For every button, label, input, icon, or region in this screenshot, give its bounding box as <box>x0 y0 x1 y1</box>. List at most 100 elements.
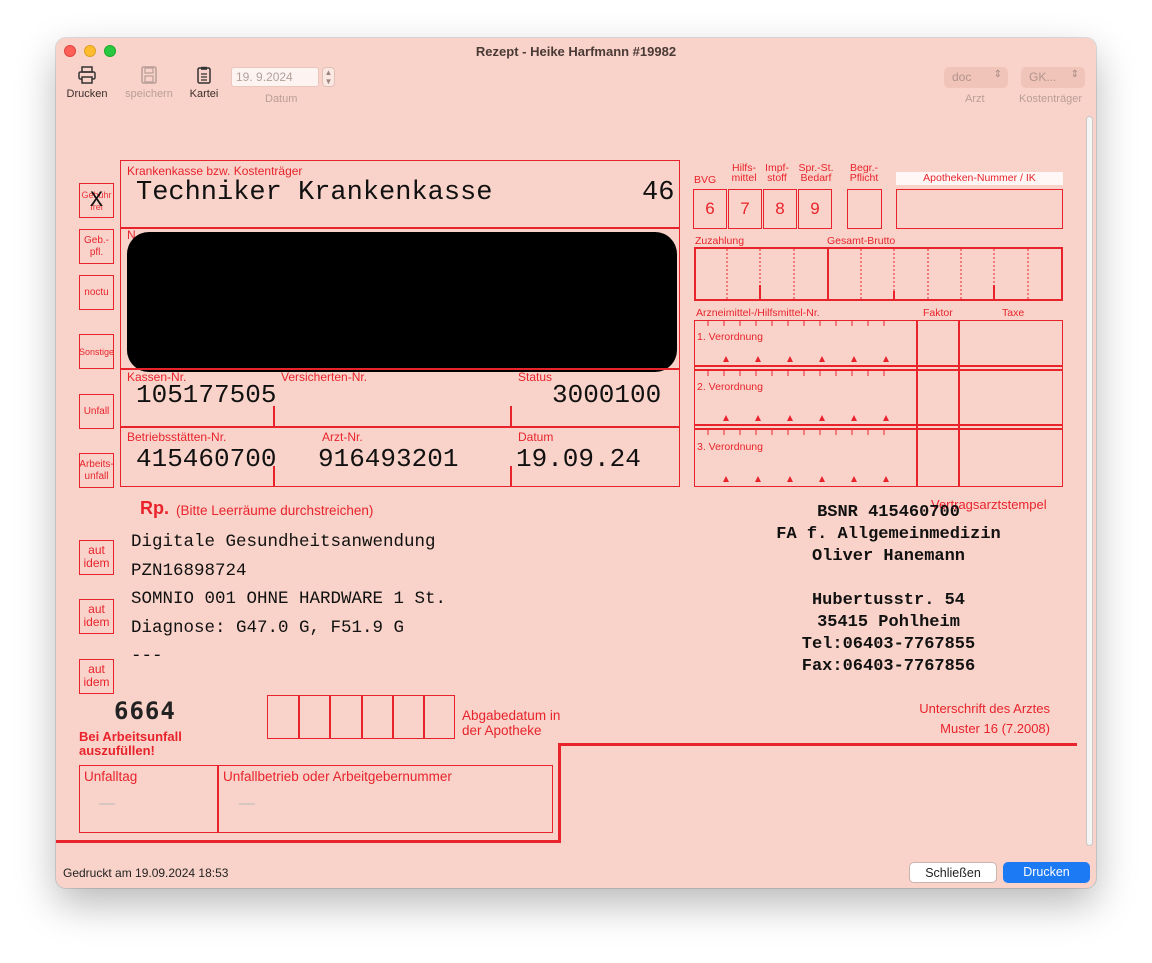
rx-line-1: Digitale Gesundheitsanwendung <box>131 532 436 552</box>
unfall-box[interactable]: Unfall <box>79 394 114 429</box>
impfstoff-label: Impf- stoff <box>765 162 789 184</box>
divider <box>392 695 394 739</box>
geb-pfl-box[interactable]: Geb.- pfl. <box>79 229 114 264</box>
gebuehr-frei-mark: X <box>89 187 104 213</box>
titlebar: Rezept - Heike Harfmann #19982 Drucken s… <box>56 38 1096 108</box>
faktor-label: Faktor <box>923 307 953 319</box>
datum-value: 19.09.24 <box>516 444 641 474</box>
date-caption: Datum <box>265 93 298 105</box>
unfalltag-label: Unfalltag <box>84 769 138 784</box>
status-label: Status <box>518 370 553 384</box>
spr-st-bedarf-box[interactable]: 9 <box>798 189 832 229</box>
divider <box>120 227 680 229</box>
rx-line-4: Diagnose: G47.0 G, F51.9 G <box>131 618 405 638</box>
divider <box>120 368 680 370</box>
status-value: 3000100 <box>552 380 662 410</box>
date-stepper[interactable]: ▲ ▼ <box>322 67 335 87</box>
datum-label: Datum <box>518 430 554 444</box>
close-button[interactable]: Schließen <box>909 862 997 883</box>
unfalltag-field[interactable]: — <box>99 795 115 813</box>
divider <box>361 695 363 739</box>
kassen-nr-value: 105177505 <box>136 380 277 410</box>
floppy-disk-icon <box>141 66 157 84</box>
stamp-line: Fax:06403-7767856 <box>801 657 976 676</box>
stamp-line: 35415 Pohlheim <box>817 613 960 632</box>
unfallbetrieb-label: Unfallbetrieb oder Arbeitgebernummer <box>223 769 452 784</box>
begr-pflicht-box[interactable] <box>847 189 882 229</box>
bvg-label: BVG <box>694 174 717 186</box>
prescription-form: Gebühr frei X Geb.- pfl. noctu Sonstige … <box>56 108 1096 858</box>
bsnr-label: Betriebsstätten-Nr. <box>127 430 227 444</box>
stamp-line: Hubertusstr. 54 <box>811 591 966 610</box>
printer-icon <box>78 66 96 84</box>
noctu-box[interactable]: noctu <box>79 275 114 310</box>
arzt-popup-value: doc <box>952 70 972 84</box>
vertical-scrollbar[interactable] <box>1084 114 1094 850</box>
print-toolbar-label: Drucken <box>66 88 108 100</box>
up-down-chevron-icon: ⇕ <box>1070 69 1079 80</box>
abgabedatum-label: Abgabedatum in der Apotheke <box>462 708 561 738</box>
divider <box>916 320 918 487</box>
hilfsmittel-box[interactable]: 7 <box>728 189 762 229</box>
divider <box>273 406 275 426</box>
arzt-nr-label: Arzt-Nr. <box>322 430 363 444</box>
kasse-name: Techniker Krankenkasse <box>136 178 493 208</box>
kostentraeger-popup-value: GK... <box>1029 70 1057 84</box>
rx-line-5: --- <box>131 646 163 666</box>
kostentraeger-popup[interactable]: GK... ⇕ <box>1021 67 1085 88</box>
save-toolbar-label: speichern <box>125 88 173 100</box>
save-toolbar-button[interactable]: speichern <box>122 66 176 100</box>
muster-label: Muster 16 (7.2008) <box>940 721 1050 736</box>
print-toolbar-button[interactable]: Drucken <box>65 66 109 100</box>
taxe-label: Taxe <box>1002 307 1025 319</box>
versicherten-nr-label: Versicherten-Nr. <box>281 370 368 384</box>
bvg-box[interactable]: 6 <box>693 189 727 229</box>
arzt-caption: Arzt <box>965 93 985 105</box>
rx-line-3: SOMNIO 001 OHNE HARDWARE 1 St. <box>131 589 447 609</box>
scrollbar-thumb[interactable] <box>1086 116 1093 846</box>
kasse-code: 46 <box>642 178 675 208</box>
arbeitsunfall-box[interactable]: Arbeits- unfall <box>79 453 114 488</box>
begr-pflicht-label: Begr.- Pflicht <box>849 162 879 184</box>
bsnr-value: 415460700 <box>136 444 277 474</box>
sonstige-box[interactable]: Sonstige <box>79 334 114 369</box>
aut-idem-2-box[interactable]: aut idem <box>79 599 114 634</box>
arzneimittel-nr-label: Arzneimittel-/Hilfsmittel-Nr. <box>696 307 820 319</box>
divider <box>298 695 300 739</box>
rp-hint: (Bitte Leerräume durchstreichen) <box>176 503 374 518</box>
rp-label: Rp. <box>140 498 169 518</box>
form-border-line <box>56 840 561 843</box>
footer: Gedruckt am 19.09.2024 18:53 Schließen D… <box>56 858 1096 888</box>
chevron-down-icon: ▼ <box>324 77 333 86</box>
stamp-line: FA f. Allgemeinmedizin <box>776 525 1001 544</box>
date-field[interactable]: 19. 9.2024 <box>231 67 319 87</box>
arzt-nr-value: 916493201 <box>318 444 459 474</box>
apotheken-nummer-box[interactable] <box>896 189 1063 229</box>
prescription-window: Rezept - Heike Harfmann #19982 Drucken s… <box>56 38 1096 888</box>
kostentraeger-caption: Kostenträger <box>1019 93 1082 105</box>
up-down-chevron-icon: ⇕ <box>993 69 1002 80</box>
unfallbetrieb-field[interactable]: — <box>239 795 255 813</box>
aut-idem-3-box[interactable]: aut idem <box>79 659 114 694</box>
arbeitsunfall-hint: Bei Arbeitsunfall auszufüllen! <box>79 729 182 758</box>
divider <box>329 695 331 739</box>
gebuehr-frei-box[interactable]: Gebühr frei X <box>79 183 114 218</box>
aut-idem-1-box[interactable]: aut idem <box>79 540 114 575</box>
arzt-popup[interactable]: doc ⇕ <box>944 67 1008 88</box>
gesamt-brutto-label: Gesamt-Brutto <box>827 235 896 247</box>
divider <box>423 695 425 739</box>
redacted-patient-data <box>127 232 677 372</box>
divider <box>217 765 219 833</box>
kasse-label: Krankenkasse bzw. Kostenträger <box>127 164 303 178</box>
stamp-line: BSNR 415460700 <box>817 503 960 522</box>
window-title: Rezept - Heike Harfmann #19982 <box>475 44 677 59</box>
print-button[interactable]: Drucken <box>1003 862 1090 883</box>
rx-line-2: PZN16898724 <box>131 561 247 581</box>
form-code: 6664 <box>114 697 176 725</box>
verordnung-ticks <box>707 321 889 482</box>
impfstoff-box[interactable]: 8 <box>763 189 797 229</box>
apotheken-label: Apotheken-Nummer / IK <box>896 172 1063 185</box>
chevron-up-icon: ▲ <box>324 68 333 77</box>
kartei-toolbar-button[interactable]: Kartei <box>184 66 224 100</box>
form-border-line <box>558 743 561 843</box>
